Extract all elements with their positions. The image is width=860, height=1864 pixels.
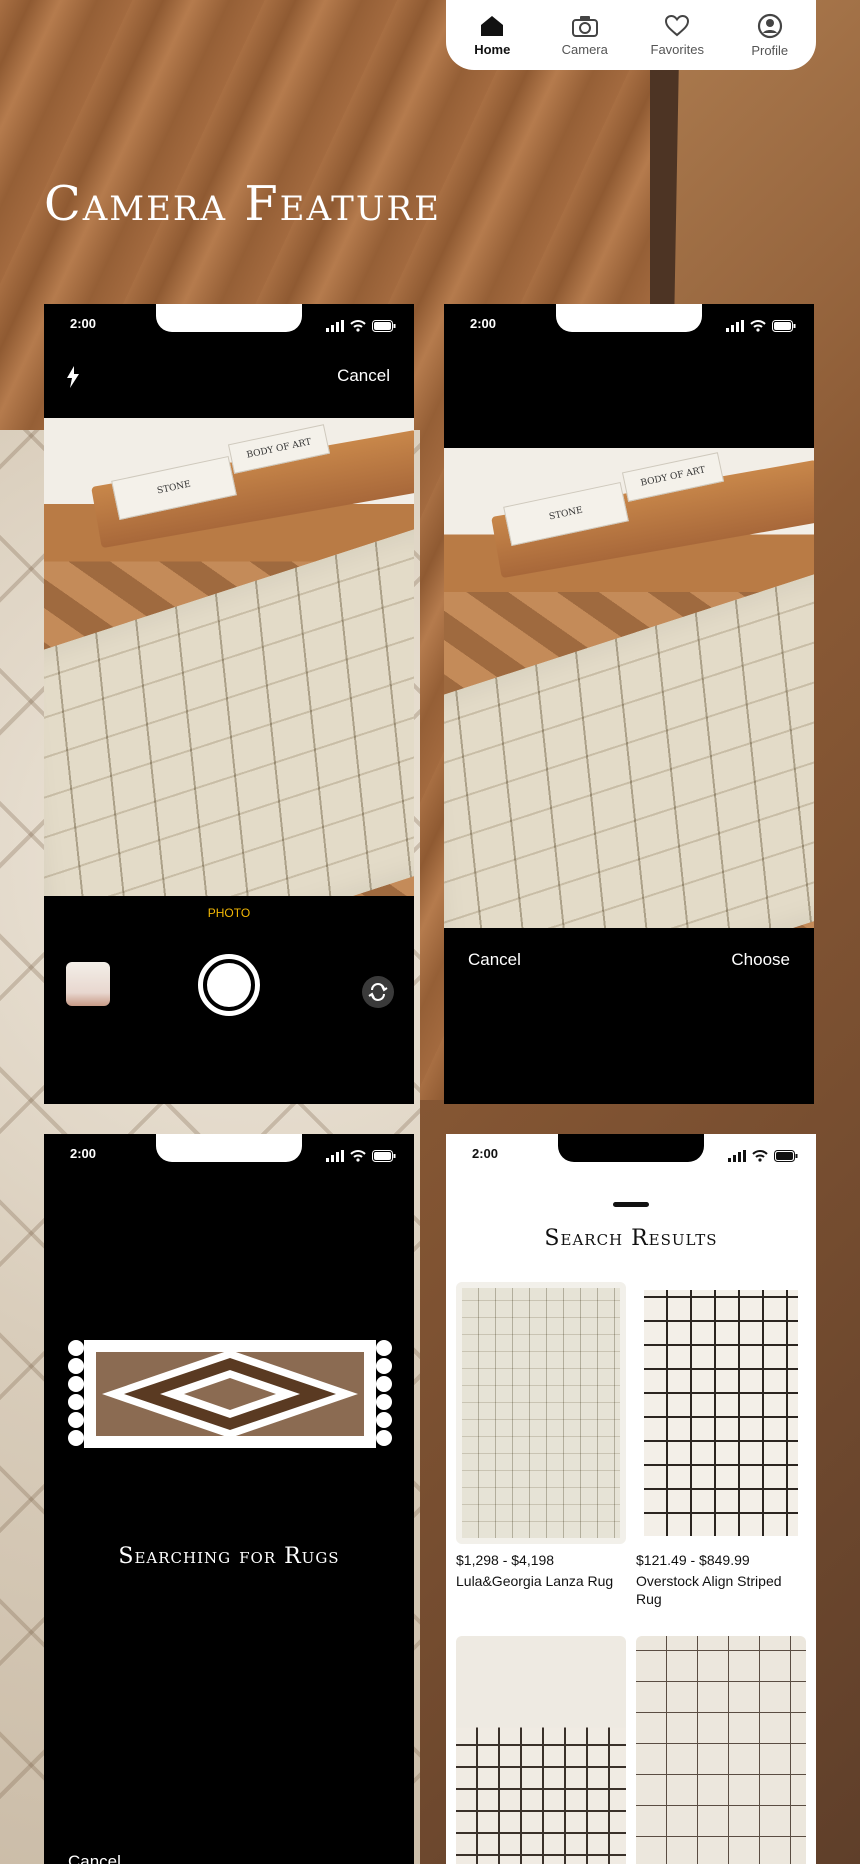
flip-camera-icon [368, 983, 388, 1001]
battery-icon [772, 320, 796, 332]
top-navigation: Home Camera Favorites Profile [446, 0, 816, 70]
status-time: 2:00 [470, 316, 497, 331]
status-bar: 2:00 [444, 316, 814, 336]
photo-mode-label[interactable]: PHOTO [44, 906, 414, 920]
captured-photo: STONE BODY OF ART [444, 448, 814, 928]
product-price: $1,298 - $4,198 [456, 1552, 555, 1568]
product-name: Overstock Align Striped Rug [636, 1573, 782, 1607]
profile-icon [757, 13, 782, 38]
search-results-screen: 2:00 Search Results $1,298 - $4,198 Lula… [446, 1134, 816, 1864]
nav-item-camera[interactable]: Camera [544, 14, 626, 57]
camera-viewfinder[interactable]: STONE BODY OF ART [44, 418, 414, 896]
nav-item-favorites[interactable]: Favorites [636, 14, 718, 57]
wifi-icon [750, 320, 766, 332]
rug-loading-icon [68, 1340, 392, 1448]
signal-icon [728, 1150, 746, 1162]
status-time: 2:00 [70, 316, 97, 331]
nav-item-profile[interactable]: Profile [729, 13, 811, 58]
home-icon [481, 15, 504, 36]
camera-icon [571, 15, 598, 37]
product-card[interactable] [456, 1636, 626, 1864]
wifi-icon [350, 320, 366, 332]
flip-camera-button[interactable] [362, 976, 394, 1008]
nav-item-label: Profile [751, 42, 789, 58]
status-bar: 2:00 [446, 1146, 816, 1166]
cancel-button[interactable]: Cancel [337, 366, 390, 386]
rug-in-photo [444, 567, 814, 928]
flash-icon[interactable] [66, 366, 80, 388]
camera-screen: 2:00 Cancel STONE BODY OF ART PHOTO [44, 304, 414, 1104]
product-card[interactable]: $121.49 - $849.99 Overstock Align Stripe… [636, 1282, 806, 1608]
signal-icon [326, 320, 344, 332]
searching-message: Searching for Rugs [118, 1544, 340, 1569]
sheet-grabber[interactable] [613, 1202, 649, 1207]
status-bar: 2:00 [44, 316, 414, 336]
product-card[interactable]: $1,298 - $4,198 Lula&Georgia Lanza Rug [456, 1282, 626, 1590]
nav-item-label: Camera [561, 41, 608, 57]
preview-screen: 2:00 STONE BODY OF ART Cancel Choose [444, 304, 814, 1104]
nav-item-label: Favorites [650, 41, 704, 57]
choose-button[interactable]: Choose [731, 950, 790, 970]
search-results-title: Search Results [544, 1226, 718, 1251]
product-price: $121.49 - $849.99 [636, 1552, 750, 1568]
page-heading: Camera Feature [44, 176, 441, 232]
product-image [456, 1636, 626, 1864]
cancel-button[interactable]: Cancel [468, 950, 521, 970]
product-image [456, 1282, 626, 1544]
battery-icon [372, 320, 396, 332]
searching-screen: 2:00 Searching for Rugs Cancel [44, 1134, 414, 1864]
battery-icon [372, 1150, 396, 1162]
wifi-icon [752, 1150, 768, 1162]
product-image [636, 1282, 806, 1544]
cancel-button[interactable]: Cancel [68, 1852, 121, 1864]
battery-icon [774, 1150, 798, 1162]
gallery-thumbnail[interactable] [66, 962, 110, 1006]
nav-item-label: Home [474, 41, 511, 57]
product-card[interactable] [636, 1636, 806, 1864]
signal-icon [726, 320, 744, 332]
wifi-icon [350, 1150, 366, 1162]
heart-icon [665, 14, 690, 36]
product-image [636, 1636, 806, 1864]
nav-item-home[interactable]: Home [451, 14, 533, 57]
signal-icon [326, 1150, 344, 1162]
rug-in-photo [44, 522, 414, 896]
product-name: Lula&Georgia Lanza Rug [456, 1573, 614, 1589]
status-time: 2:00 [70, 1146, 97, 1161]
shutter-button[interactable] [198, 954, 260, 1016]
status-time: 2:00 [472, 1146, 499, 1161]
status-bar: 2:00 [44, 1146, 414, 1166]
